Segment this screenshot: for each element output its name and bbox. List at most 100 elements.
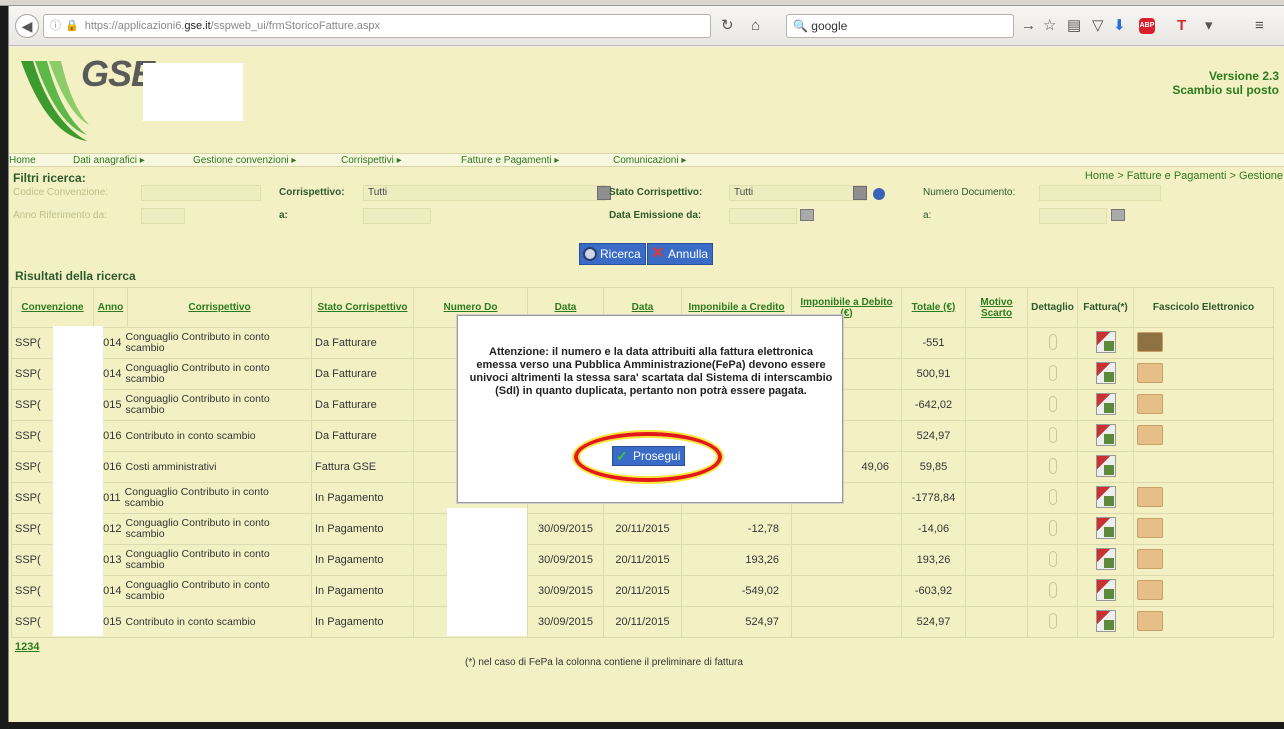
cell-totale: 193,26: [901, 544, 966, 576]
back-button[interactable]: ◀: [15, 14, 39, 38]
cell-motivo-scarto: [965, 451, 1028, 483]
menu-dati-anagrafici[interactable]: Dati anagrafici ▸: [73, 154, 145, 168]
footnote: (*) nel caso di FePa la colonna contiene…: [465, 657, 743, 668]
folder-icon[interactable]: [1137, 548, 1163, 569]
col-corrispettivo[interactable]: Corrispettivo: [127, 287, 312, 328]
detail-icon[interactable]: [1048, 395, 1057, 412]
redacted-area: [143, 63, 243, 121]
address-bar[interactable]: ⓘ 🔒 https://applicazioni6.gse.it/sspweb_ui…: [43, 14, 711, 38]
cell-fascicolo: [1133, 575, 1274, 607]
data-da-input[interactable]: [729, 208, 797, 224]
cell-imponibile-credito: -12,78: [681, 513, 792, 545]
codice-label: Codice Convenzione:: [13, 187, 109, 198]
cell-corrispettivo: 2015 Contributo in conto scambio: [93, 606, 312, 638]
cell-data-pagamento: 20/11/2015: [603, 544, 682, 576]
pdf-invoice-icon[interactable]: [1095, 578, 1116, 601]
folder-icon[interactable]: [1137, 331, 1163, 352]
stato-select[interactable]: Tutti: [729, 185, 867, 201]
col-anno[interactable]: Anno: [93, 287, 128, 328]
pdf-invoice-icon[interactable]: [1095, 516, 1116, 539]
reload-icon[interactable]: ↻: [721, 17, 734, 35]
corrispettivo-text: Conguaglio Contributo in conto scambio: [125, 362, 270, 385]
menu-icon[interactable]: ≡: [1255, 17, 1264, 35]
detail-icon[interactable]: [1048, 426, 1057, 443]
cell-corrispettivo: 2011 Conguaglio Contributo in conto scamb…: [93, 482, 312, 514]
cell-stato: Da Fatturare: [311, 327, 414, 359]
anno-a-input[interactable]: [363, 208, 431, 224]
cell-imponibile-debito: [791, 606, 902, 638]
detail-icon[interactable]: [1048, 488, 1057, 505]
pdf-invoice-icon[interactable]: [1095, 547, 1116, 570]
pocket-icon[interactable]: ▽: [1092, 17, 1104, 35]
menu-corrispettivi[interactable]: Corrispettivi ▸: [341, 154, 402, 168]
detail-icon[interactable]: [1048, 581, 1057, 598]
folder-icon[interactable]: [1137, 486, 1163, 507]
cell-fascicolo: [1133, 513, 1274, 545]
pdf-invoice-icon[interactable]: [1095, 485, 1116, 508]
cell-motivo-scarto: [965, 606, 1028, 638]
cancel-button[interactable]: ✕ Annulla: [647, 243, 714, 265]
chevron-down-icon[interactable]: ▾: [1205, 17, 1213, 35]
col-stato[interactable]: Stato Corrispettivo: [311, 287, 414, 328]
corrispettivo-select[interactable]: Tutti: [363, 185, 607, 201]
home-icon[interactable]: ⌂: [751, 17, 760, 35]
detail-icon[interactable]: [1048, 333, 1057, 350]
pdf-invoice-icon[interactable]: [1095, 330, 1116, 353]
detail-icon[interactable]: [1048, 457, 1057, 474]
calendar-icon[interactable]: [800, 209, 814, 221]
pager[interactable]: 1234: [15, 641, 39, 653]
cell-imponibile-credito: -549,02: [681, 575, 792, 607]
download-icon[interactable]: ⬇: [1113, 17, 1126, 35]
detail-icon[interactable]: [1048, 612, 1057, 629]
menu-fatture-pagamenti[interactable]: Fatture e Pagamenti ▸: [461, 154, 559, 168]
detail-icon[interactable]: [1048, 364, 1057, 381]
pdf-invoice-icon[interactable]: [1095, 361, 1116, 384]
col-convenzione[interactable]: Convenzione: [11, 287, 94, 328]
cell-imponibile-debito: [791, 544, 902, 576]
cell-imponibile-debito: [791, 575, 902, 607]
url-domain: gse.it: [184, 20, 211, 32]
adblock-icon[interactable]: ABP: [1139, 18, 1155, 34]
search-button[interactable]: Ricerca: [579, 243, 646, 265]
folder-icon[interactable]: [1137, 610, 1163, 631]
stato-label: Stato Corrispettivo:: [609, 187, 703, 198]
menu-gestione-convenzioni[interactable]: Gestione convenzioni ▸: [193, 154, 296, 168]
search-input[interactable]: 🔍 google: [786, 14, 1014, 38]
data-a-input[interactable]: [1039, 208, 1107, 224]
help-icon[interactable]: [873, 188, 885, 200]
pdf-invoice-icon[interactable]: [1095, 454, 1116, 477]
cell-totale: -14,06: [901, 513, 966, 545]
cell-data-emissione: 30/09/2015: [527, 606, 604, 638]
numero-doc-input[interactable]: [1039, 185, 1161, 201]
corrispettivo-text: Contributo in conto scambio: [125, 615, 256, 628]
url-path: /sspweb_ui/frmStoricoFatture.aspx: [210, 20, 381, 32]
detail-icon[interactable]: [1048, 550, 1057, 567]
pdf-invoice-icon[interactable]: [1095, 609, 1116, 632]
folder-icon[interactable]: [1137, 517, 1163, 538]
col-totale[interactable]: Totale (€): [901, 287, 966, 328]
pdf-invoice-icon[interactable]: [1095, 392, 1116, 415]
cell-data-pagamento: 20/11/2015: [603, 513, 682, 545]
folder-icon[interactable]: [1137, 362, 1163, 383]
corrispettivo-text: Costi amministrativi: [125, 460, 217, 473]
bookmark-star-icon[interactable]: ☆: [1043, 17, 1056, 35]
cell-fascicolo: [1133, 389, 1274, 421]
folder-icon[interactable]: [1137, 579, 1163, 600]
codice-input[interactable]: [141, 185, 261, 201]
cell-fascicolo: [1133, 420, 1274, 452]
menu-comunicazioni[interactable]: Comunicazioni ▸: [613, 154, 686, 168]
col-motivo-scarto[interactable]: Motivo Scarto: [965, 287, 1028, 328]
pdf-invoice-icon[interactable]: [1095, 423, 1116, 446]
search-go-icon[interactable]: →: [1021, 17, 1036, 35]
cell-data-pagamento: 20/11/2015: [603, 606, 682, 638]
reading-list-icon[interactable]: ▤: [1067, 17, 1081, 35]
addon-t-icon[interactable]: T: [1177, 17, 1186, 35]
anno-da-input[interactable]: [141, 208, 185, 224]
prosegui-button[interactable]: ✓ Prosegui: [612, 446, 686, 466]
detail-icon[interactable]: [1048, 519, 1057, 536]
stato-dropdown-icon[interactable]: [853, 186, 867, 200]
menu-home[interactable]: Home: [9, 154, 36, 168]
calendar-icon[interactable]: [1111, 209, 1125, 221]
folder-icon[interactable]: [1137, 424, 1163, 445]
folder-icon[interactable]: [1137, 393, 1163, 414]
